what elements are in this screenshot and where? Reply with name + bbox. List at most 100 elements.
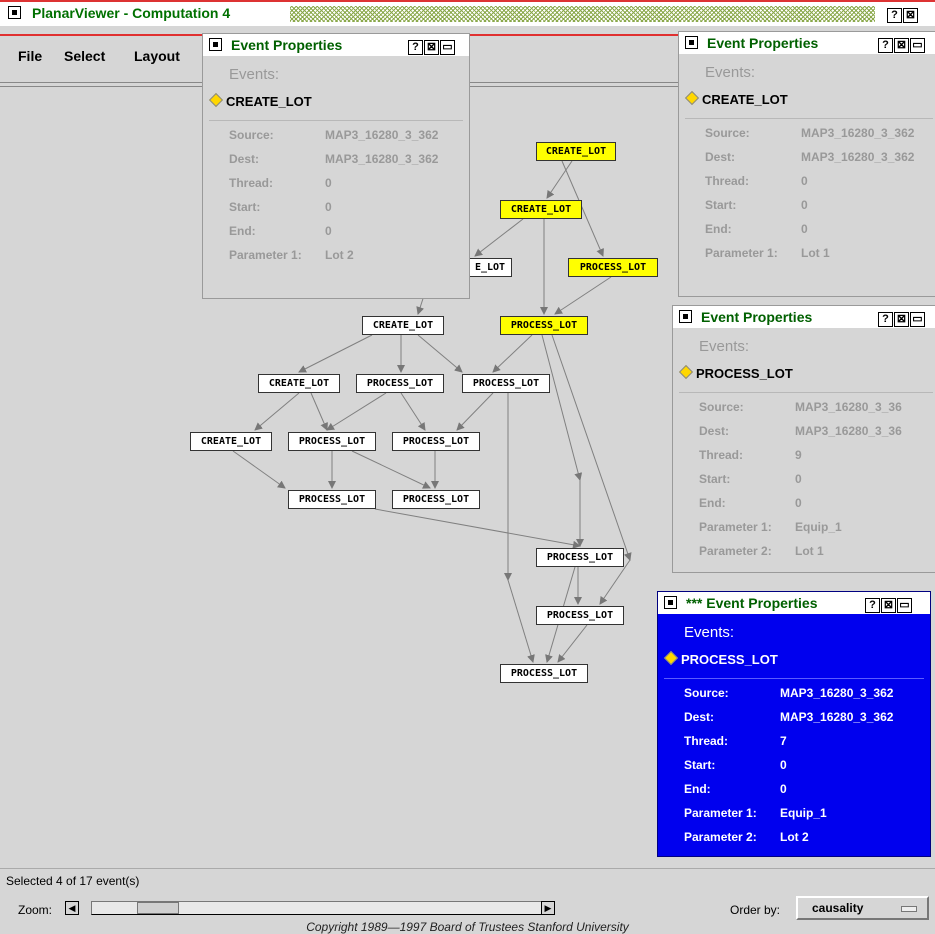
event-name: CREATE_LOT (226, 94, 312, 109)
graph-node[interactable]: PROCESS_LOT (500, 316, 588, 335)
graph-node[interactable]: CREATE_LOT (258, 374, 340, 393)
property-value: 0 (325, 200, 332, 214)
panel-menu-button[interactable] (209, 38, 222, 51)
graph-edge (492, 334, 533, 373)
graph-node[interactable]: PROCESS_LOT (500, 664, 588, 683)
iconify-icon[interactable]: ⊠ (894, 38, 909, 53)
event-properties-panel-3[interactable]: Event Properties ? ⊠ ▭ Events: PROCESS_LOT S… (672, 305, 935, 573)
graph-node[interactable]: PROCESS_LOT (568, 258, 658, 277)
graph-edge (557, 624, 588, 663)
property-label: End: (229, 224, 256, 238)
menu-select[interactable]: Select (64, 48, 105, 64)
help-icon[interactable]: ? (878, 38, 893, 53)
panel-title-bar[interactable]: *** Event Properties ? ⊠ ▭ (658, 592, 930, 614)
property-label: Parameter 2: (684, 830, 757, 844)
graph-node[interactable]: E_LOT (468, 258, 512, 277)
property-value: 0 (801, 174, 808, 188)
maximize-icon[interactable]: ▭ (910, 312, 925, 327)
property-label: Start: (699, 472, 731, 486)
title-bar-drag-area[interactable] (290, 6, 875, 22)
property-value: MAP3_16280_3_362 (780, 710, 894, 724)
event-properties-panel-1[interactable]: Event Properties ? ⊠ ▭ Events: CREATE_LOT So… (202, 33, 470, 299)
property-label: Start: (684, 758, 716, 772)
event-properties-panel-active[interactable]: *** Event Properties ? ⊠ ▭ Events: PROCESS_… (657, 591, 931, 857)
property-label: Dest: (684, 710, 715, 724)
panel-menu-button[interactable] (664, 596, 677, 609)
graph-node[interactable]: PROCESS_LOT (536, 606, 624, 625)
event-list-item[interactable]: CREATE_LOT (208, 92, 312, 109)
zoom-left-arrow-icon[interactable]: ◀ (65, 901, 79, 915)
help-icon[interactable]: ? (878, 312, 893, 327)
zoom-thumb[interactable] (137, 902, 179, 914)
help-icon[interactable]: ? (887, 8, 902, 23)
graph-node[interactable]: PROCESS_LOT (462, 374, 550, 393)
graph-node[interactable]: CREATE_LOT (500, 200, 582, 219)
property-label: Start: (705, 198, 737, 212)
graph-node[interactable]: CREATE_LOT (362, 316, 444, 335)
graph-node[interactable]: PROCESS_LOT (356, 374, 444, 393)
menu-file-label: File (18, 48, 43, 64)
zoom-right-arrow-icon[interactable]: ▶ (541, 901, 555, 915)
graph-node[interactable]: PROCESS_LOT (536, 548, 624, 567)
panel-divider (664, 678, 924, 679)
property-value: MAP3_16280_3_362 (780, 686, 894, 700)
graph-node[interactable]: PROCESS_LOT (288, 490, 376, 509)
maximize-icon[interactable]: ▭ (910, 38, 925, 53)
order-by-label: Order by: (730, 903, 781, 917)
property-label: Thread: (705, 174, 750, 188)
property-value: MAP3_16280_3_362 (325, 128, 439, 142)
events-heading: Events: (684, 624, 735, 641)
graph-node[interactable]: PROCESS_LOT (392, 490, 480, 509)
panel-controls: ? ⊠ ▭ (877, 35, 925, 53)
property-label: Source: (705, 126, 750, 140)
graph-node[interactable]: CREATE_LOT (190, 432, 272, 451)
graph-edge (507, 579, 535, 663)
graph-node[interactable]: PROCESS_LOT (392, 432, 480, 451)
property-value: 0 (795, 472, 802, 486)
event-list-item[interactable]: CREATE_LOT (684, 90, 788, 107)
order-by-select[interactable]: causality (796, 896, 929, 920)
selection-status: Selected 4 of 17 event(s) (6, 874, 140, 888)
property-label: End: (699, 496, 726, 510)
property-label: Thread: (684, 734, 729, 748)
zoom-track[interactable] (91, 901, 543, 915)
property-value: MAP3_16280_3_362 (325, 152, 439, 166)
menu-file[interactable]: File (18, 48, 42, 64)
help-icon[interactable]: ? (408, 40, 423, 55)
main-title-bar[interactable]: PlanarViewer - Computation 4 ? ⊠ (0, 0, 935, 26)
panel-menu-button[interactable] (679, 310, 692, 323)
maximize-icon[interactable]: ▭ (897, 598, 912, 613)
help-icon[interactable]: ? (865, 598, 880, 613)
selection-diamond-icon (678, 364, 694, 380)
panel-title: *** Event Properties (686, 595, 818, 611)
panel-menu-button[interactable] (685, 36, 698, 49)
maximize-icon[interactable]: ▭ (440, 40, 455, 55)
graph-edge (456, 392, 494, 431)
property-label: Thread: (229, 176, 274, 190)
zoom-slider[interactable]: ◀ ▶ (65, 900, 555, 916)
iconify-icon[interactable]: ⊠ (903, 8, 918, 23)
graph-edge (232, 450, 286, 489)
graph-node[interactable]: CREATE_LOT (536, 142, 616, 161)
iconify-icon[interactable]: ⊠ (894, 312, 909, 327)
property-label: Parameter 1: (684, 806, 757, 820)
window-menu-button[interactable] (8, 6, 21, 19)
event-properties-panel-2[interactable]: Event Properties ? ⊠ ▭ Events: CREATE_LOT So… (678, 31, 935, 297)
menu-layout[interactable]: Layout (134, 48, 180, 64)
graph-edge (546, 160, 573, 199)
graph-edge (400, 392, 426, 431)
panel-title-bar[interactable]: Event Properties ? ⊠ ▭ (673, 306, 935, 328)
event-list-item[interactable]: PROCESS_LOT (678, 364, 793, 381)
property-value: Lot 1 (795, 544, 824, 558)
iconify-icon[interactable]: ⊠ (881, 598, 896, 613)
graph-node[interactable]: PROCESS_LOT (288, 432, 376, 451)
panel-title: Event Properties (701, 309, 813, 325)
panel-title-bar[interactable]: Event Properties ? ⊠ ▭ (679, 32, 935, 54)
iconify-icon[interactable]: ⊠ (424, 40, 439, 55)
panel-title-bar[interactable]: Event Properties ? ⊠ ▭ (203, 34, 469, 56)
panel-controls: ? ⊠ ▭ (407, 37, 455, 55)
property-value: MAP3_16280_3_36 (795, 424, 902, 438)
property-value: Lot 2 (325, 248, 354, 262)
event-list-item[interactable]: PROCESS_LOT (663, 650, 778, 667)
graph-edge (298, 334, 373, 373)
